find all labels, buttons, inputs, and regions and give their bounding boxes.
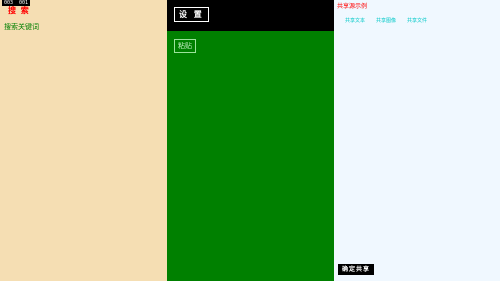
search-button[interactable]: 搜 索 xyxy=(8,6,30,15)
left-pane: 003 001 搜 索 搜索关键词 xyxy=(0,0,167,281)
settings-button[interactable]: 设 置 xyxy=(174,7,209,22)
confirm-share-button[interactable]: 确定共享 xyxy=(338,264,375,275)
right-pane: 共享源示例 共享文本 共享图像 共享文件 确定共享 xyxy=(334,0,500,281)
tab-share-file[interactable]: 共享文件 xyxy=(407,18,427,25)
search-keyword-label[interactable]: 搜索关键词 xyxy=(4,23,39,32)
tab-share-image[interactable]: 共享图像 xyxy=(376,18,396,25)
share-tabs: 共享文本 共享图像 共享文件 xyxy=(345,18,427,25)
middle-pane: 设 置 粘贴 xyxy=(167,0,334,281)
middle-top-bar: 设 置 xyxy=(167,0,334,31)
app-root: 003 001 搜 索 搜索关键词 设 置 粘贴 共享源示例 共享文本 共享图像… xyxy=(0,0,500,281)
tab-share-text[interactable]: 共享文本 xyxy=(345,18,365,25)
paste-button[interactable]: 粘贴 xyxy=(174,39,196,53)
share-source-title: 共享源示例 xyxy=(337,3,368,10)
